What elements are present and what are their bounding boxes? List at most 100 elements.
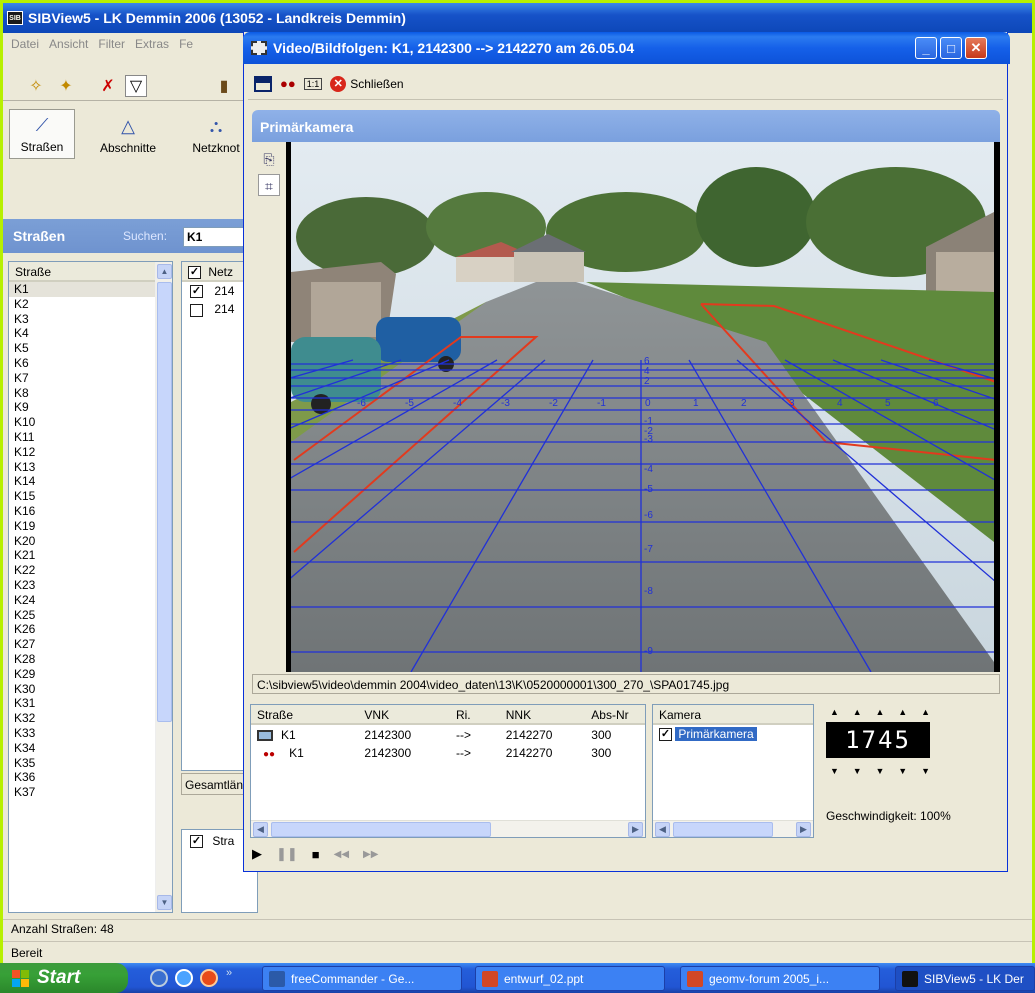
list-item[interactable]: K6 <box>9 356 172 371</box>
list-item[interactable]: K26 <box>9 622 172 637</box>
video-title-bar[interactable]: Video/Bildfolgen: K1, 2142300 --> 214227… <box>243 32 1010 64</box>
list-item[interactable]: K24 <box>9 593 172 608</box>
list-item[interactable]: K7 <box>9 371 172 386</box>
forward-icon[interactable]: ▶▶ <box>363 849 378 860</box>
list-item[interactable]: K28 <box>9 652 172 667</box>
strassen-button[interactable]: ⟋ Straßen <box>9 109 75 159</box>
list-item[interactable]: K11 <box>9 430 172 445</box>
list-item[interactable]: K3 <box>9 312 172 327</box>
hscroll-thumb[interactable] <box>673 822 773 837</box>
street-list[interactable]: Straße K1 K2 K3 K4 K5 K6 K7 K8 K9 K10 K11 K12 K13 K14… <box>8 261 173 913</box>
scroll-right-icon[interactable]: ▶ <box>796 822 811 837</box>
menu-extras[interactable]: Extras <box>135 37 169 51</box>
menu-fe[interactable]: Fe <box>179 37 193 51</box>
filter-icon[interactable]: ▽ <box>125 75 147 97</box>
grid-toggle-icon[interactable]: ⌗ <box>258 174 280 196</box>
copy-icon[interactable]: ⎘ <box>258 148 280 170</box>
list-item[interactable]: K12 <box>9 445 172 460</box>
col-strasse[interactable]: Straße <box>251 705 358 723</box>
list-item[interactable]: K22 <box>9 563 172 578</box>
camera-list[interactable]: Kamera ✓ Primärkamera ◀ ▶ <box>652 704 814 838</box>
play-icon[interactable]: ▶ <box>252 846 262 862</box>
camera-list-hscrollbar[interactable]: ◀ ▶ <box>653 820 813 837</box>
scroll-down-icon[interactable]: ▼ <box>157 895 172 910</box>
list-item[interactable]: K35 <box>9 756 172 771</box>
list-item[interactable]: K9 <box>9 400 172 415</box>
list-item[interactable]: K27 <box>9 637 172 652</box>
list-item[interactable]: K34 <box>9 741 172 756</box>
list-item[interactable]: K19 <box>9 519 172 534</box>
col-ri[interactable]: Ri. <box>450 705 500 723</box>
list-item[interactable]: K15 <box>9 489 172 504</box>
books-icon[interactable]: ▮ <box>213 75 235 97</box>
main-title-bar[interactable]: SIB SIBView5 - LK Demmin 2006 (13052 - L… <box>3 3 1032 33</box>
table-row[interactable]: K1 2142300 --> 2142270 300 <box>251 725 645 743</box>
menu-filter[interactable]: Filter <box>98 37 125 51</box>
list-item[interactable]: ✓ Primärkamera <box>653 725 813 743</box>
quicklaunch-firefox-icon[interactable] <box>200 969 218 987</box>
scroll-left-icon[interactable]: ◀ <box>253 822 268 837</box>
glasses-icon[interactable]: ●● <box>280 76 296 91</box>
list-item[interactable]: K36 <box>9 770 172 785</box>
table-row[interactable]: ●● K1 2142300 --> 2142270 300 <box>251 743 645 761</box>
list-item[interactable]: K14 <box>9 474 172 489</box>
list-item[interactable]: K5 <box>9 341 172 356</box>
lower-checkbox[interactable]: ✓ <box>190 835 203 849</box>
minimize-button[interactable]: _ <box>915 37 937 59</box>
scroll-up-icon[interactable]: ▲ <box>157 264 172 279</box>
frame-increment-arrows[interactable]: ▲ ▲ ▲ ▲ ▲ <box>830 707 930 717</box>
close-window-button[interactable]: ✕ <box>965 37 987 59</box>
scroll-left-icon[interactable]: ◀ <box>655 822 670 837</box>
wand-icon[interactable]: ✧ <box>25 75 47 97</box>
task-ppt[interactable]: entwurf_02.ppt <box>475 966 665 991</box>
list-item[interactable]: K37 <box>9 785 172 800</box>
rewind-icon[interactable]: ◀◀ <box>334 849 349 860</box>
list-item[interactable]: K32 <box>9 711 172 726</box>
row-checkbox-checked[interactable]: ✓ <box>190 285 203 299</box>
video-sequence-list[interactable]: Straße VNK Ri. NNK Abs-Nr K1 2142300 -->… <box>250 704 646 838</box>
list-item[interactable]: K13 <box>9 460 172 475</box>
camera-checkbox[interactable]: ✓ <box>659 728 672 742</box>
list-item[interactable]: K2 <box>9 297 172 312</box>
street-list-header[interactable]: Straße <box>9 262 172 282</box>
task-freecommander[interactable]: freeCommander - Ge... <box>262 966 462 991</box>
list-item[interactable]: K8 <box>9 386 172 401</box>
menu-datei[interactable]: Datei <box>11 37 39 51</box>
stop-icon[interactable]: ■ <box>312 847 320 862</box>
scale-icon[interactable]: 1:1 <box>303 77 323 90</box>
maximize-button[interactable]: □ <box>940 37 962 59</box>
row-checkbox-unchecked[interactable] <box>190 303 203 317</box>
task-sibview[interactable]: SIBView5 - LK Der <box>895 966 1035 991</box>
split-view-icon[interactable] <box>254 75 272 92</box>
filter-clear-icon[interactable]: ✗ <box>97 75 119 97</box>
quicklaunch-ie-icon[interactable] <box>175 969 193 987</box>
quicklaunch-expand-icon[interactable]: » <box>226 967 232 979</box>
col-vnk[interactable]: VNK <box>358 705 450 723</box>
list-item[interactable]: K31 <box>9 696 172 711</box>
list-item[interactable]: K16 <box>9 504 172 519</box>
frame-decrement-arrows[interactable]: ▼ ▼ ▼ ▼ ▼ <box>830 766 930 776</box>
street-list-scrollbar[interactable]: ▲ ▼ <box>155 262 172 912</box>
start-button[interactable]: Start <box>0 963 128 993</box>
menu-ansicht[interactable]: Ansicht <box>49 37 88 51</box>
header-checkbox[interactable]: ✓ <box>188 266 201 280</box>
list-item[interactable]: K29 <box>9 667 172 682</box>
list-item[interactable]: K4 <box>9 326 172 341</box>
netzknoten-button[interactable]: ⛬ Netzknot <box>183 109 249 159</box>
schliessen-button[interactable]: ✕ Schließen <box>330 75 404 92</box>
hscroll-thumb[interactable] <box>271 822 491 837</box>
col-nnk[interactable]: NNK <box>500 705 586 723</box>
abschnitte-button[interactable]: △ Abschnitte <box>95 109 161 159</box>
quicklaunch-desktop-icon[interactable] <box>150 969 168 987</box>
list-item[interactable]: K25 <box>9 608 172 623</box>
list-item[interactable]: K1 <box>9 282 172 297</box>
task-geomv[interactable]: geomv-forum 2005_i... <box>680 966 880 991</box>
camera-image-viewer[interactable]: -6 -5 -4 -3 -2 -1 0 1 2 3 4 5 6 6 4 2 -1 -2 -3 -4 -5 -6 -7 -8 -9 <box>286 142 1000 672</box>
list-item[interactable]: K33 <box>9 726 172 741</box>
list-item[interactable]: K10 <box>9 415 172 430</box>
list-item[interactable]: K23 <box>9 578 172 593</box>
scroll-right-icon[interactable]: ▶ <box>628 822 643 837</box>
video-list-hscrollbar[interactable]: ◀ ▶ <box>251 820 645 837</box>
list-item[interactable]: K30 <box>9 682 172 697</box>
pause-icon[interactable]: ❚❚ <box>276 846 298 862</box>
